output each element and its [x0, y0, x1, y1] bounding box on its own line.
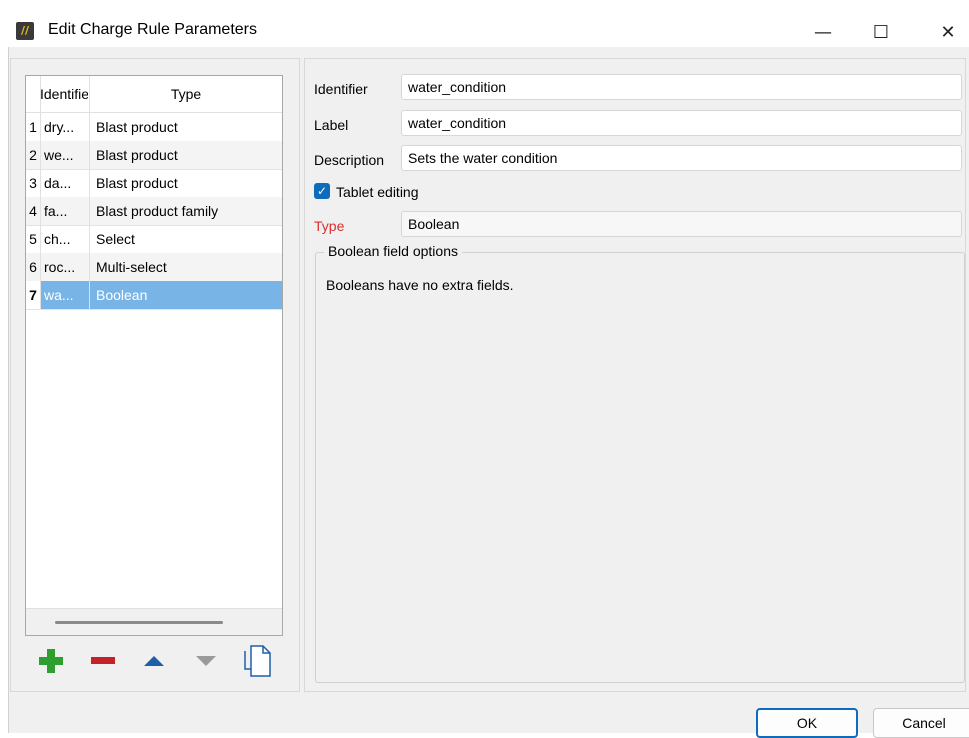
- no-extra-fields-message: Booleans have no extra fields.: [326, 277, 514, 293]
- add-icon: [39, 649, 63, 673]
- table-header: Identifie Type: [26, 76, 282, 113]
- add-button[interactable]: [36, 643, 66, 679]
- row-type: Multi-select: [96, 259, 167, 275]
- close-button[interactable]: ✕: [925, 12, 969, 52]
- maximize-button[interactable]: ☐: [858, 12, 904, 52]
- remove-button[interactable]: [88, 643, 118, 679]
- tablet-editing-checkbox[interactable]: ✓: [314, 183, 330, 199]
- row-type: Blast product family: [96, 203, 219, 219]
- row-identifier: ch...: [44, 231, 71, 247]
- remove-icon: [91, 657, 115, 664]
- row-identifier: wa...: [44, 287, 74, 303]
- row-number: 5: [26, 225, 41, 253]
- row-type: Boolean: [96, 287, 148, 303]
- column-divider: [89, 197, 90, 225]
- row-type: Blast product: [96, 119, 178, 135]
- table-row[interactable]: 6 roc... Multi-select: [26, 253, 282, 282]
- move-up-button[interactable]: [139, 643, 169, 679]
- boolean-options-group: [315, 252, 965, 683]
- row-number: 6: [26, 253, 41, 281]
- table-row[interactable]: 2 we... Blast product: [26, 141, 282, 170]
- type-label: Type: [314, 218, 345, 234]
- row-type: Blast product: [96, 175, 178, 191]
- identifier-column-header[interactable]: Identifie: [40, 86, 88, 102]
- row-type: Select: [96, 231, 135, 247]
- row-type: Blast product: [96, 147, 178, 163]
- description-field[interactable]: Sets the water condition: [401, 145, 962, 171]
- label-field[interactable]: water_condition: [401, 110, 962, 136]
- row-number-header: [26, 76, 41, 112]
- column-divider: [89, 141, 90, 169]
- description-label: Description: [314, 152, 385, 168]
- row-number: 1: [26, 113, 41, 141]
- type-field[interactable]: Boolean: [401, 211, 962, 237]
- ok-button[interactable]: OK: [756, 708, 858, 738]
- move-down-icon: [196, 656, 216, 666]
- table-row[interactable]: 5 ch... Select: [26, 225, 282, 254]
- parameter-table[interactable]: Identifie Type 1 dry... Blast product 2 …: [25, 75, 283, 636]
- column-divider: [89, 169, 90, 197]
- column-divider: [89, 281, 90, 309]
- label-label: Label: [314, 117, 349, 133]
- app-icon: //: [16, 22, 34, 40]
- column-divider: [89, 113, 90, 141]
- identifier-field[interactable]: water_condition: [401, 74, 962, 100]
- row-identifier: roc...: [44, 259, 76, 275]
- type-column-header[interactable]: Type: [90, 86, 282, 102]
- window-title: Edit Charge Rule Parameters: [48, 21, 257, 38]
- group-title: Boolean field options: [324, 243, 462, 259]
- row-number: 7: [26, 281, 41, 309]
- copy-button[interactable]: [239, 643, 275, 679]
- horizontal-scrollbar[interactable]: [26, 608, 282, 635]
- move-up-icon: [144, 656, 164, 666]
- column-divider: [89, 225, 90, 253]
- move-down-button[interactable]: [191, 643, 221, 679]
- cancel-button[interactable]: Cancel: [873, 708, 969, 738]
- row-identifier: fa...: [44, 203, 68, 219]
- table-row-selected[interactable]: 7 wa... Boolean: [26, 281, 282, 310]
- tablet-editing-label[interactable]: Tablet editing: [336, 184, 419, 200]
- identifier-label: Identifier: [314, 81, 368, 97]
- minimize-button[interactable]: —: [800, 12, 846, 52]
- row-identifier: we...: [44, 147, 74, 163]
- scrollbar-thumb[interactable]: [55, 621, 223, 624]
- row-number: 2: [26, 141, 41, 169]
- row-identifier: da...: [44, 175, 72, 191]
- table-row[interactable]: 4 fa... Blast product family: [26, 197, 282, 226]
- row-identifier: dry...: [44, 119, 75, 135]
- table-row[interactable]: 3 da... Blast product: [26, 169, 282, 198]
- column-divider: [89, 253, 90, 281]
- table-row[interactable]: 1 dry... Blast product: [26, 113, 282, 142]
- row-number: 4: [26, 197, 41, 225]
- row-number: 3: [26, 169, 41, 197]
- copy-icon: [244, 645, 271, 677]
